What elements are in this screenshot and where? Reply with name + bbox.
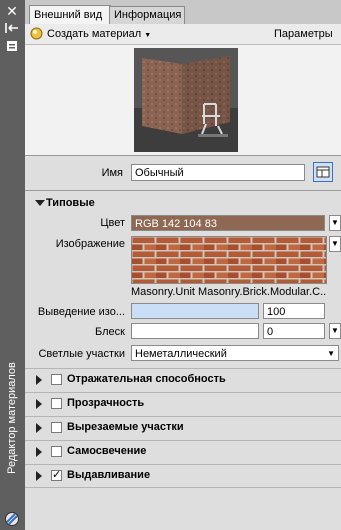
close-icon[interactable]: ✕: [4, 4, 20, 18]
section-cutouts[interactable]: Вырезаемые участки: [25, 416, 341, 439]
preview-area: [25, 45, 341, 155]
chevron-down-icon: ▼: [144, 32, 152, 39]
material-browser-button[interactable]: [313, 162, 333, 182]
material-preview[interactable]: [134, 48, 238, 152]
reflectivity-checkbox[interactable]: [51, 374, 62, 385]
materials-editor: Внешний вид Информация Создать материал …: [25, 0, 341, 530]
properties-icon[interactable]: [4, 40, 20, 54]
gloss-dropdown[interactable]: ▼: [329, 323, 341, 339]
toolbar: Создать материал ▼ Параметры ▼: [25, 24, 341, 53]
name-label: Имя: [101, 167, 123, 179]
parameters-button[interactable]: Параметры ▼: [274, 27, 341, 53]
highlights-label: Светлые участки: [38, 348, 125, 360]
image-thumbnail[interactable]: [131, 236, 327, 284]
materials-editor-icon: [4, 511, 20, 527]
section-bump[interactable]: ✓ Выдавливание: [25, 464, 341, 487]
image-dropdown[interactable]: ▼: [329, 236, 341, 252]
divider: [25, 487, 341, 488]
name-field[interactable]: Обычный: [131, 164, 305, 181]
chevron-down-icon: ▼: [327, 349, 335, 358]
chevron-down-icon[interactable]: [35, 200, 45, 206]
chevron-right-icon[interactable]: [36, 423, 42, 433]
chevron-right-icon[interactable]: [36, 375, 42, 385]
tab-appearance[interactable]: Внешний вид: [29, 5, 111, 25]
create-material-button[interactable]: Создать материал ▼: [47, 27, 151, 41]
image-caption: Masonry.Unit Masonry.Brick.Modular.C...: [131, 286, 327, 298]
highlights-select[interactable]: Неметаллический ▼: [131, 345, 339, 361]
tab-information[interactable]: Информация: [109, 6, 185, 24]
transparency-checkbox[interactable]: [51, 398, 62, 409]
properties-panel: Имя Обычный Типовые Цвет RGB 142 104 83 …: [25, 156, 341, 530]
color-dropdown[interactable]: ▼: [329, 215, 341, 231]
section-reflectivity[interactable]: Отражательная способность: [25, 368, 341, 391]
generic-section-title: Типовые: [46, 197, 95, 209]
image-label: Изображение: [55, 238, 125, 250]
chevron-right-icon[interactable]: [36, 471, 42, 481]
image-fade-value[interactable]: 100: [263, 303, 325, 319]
section-self-illumination[interactable]: Самосвечение: [25, 440, 341, 463]
create-material-icon[interactable]: [30, 27, 43, 41]
chevron-right-icon[interactable]: [36, 447, 42, 457]
gloss-slider[interactable]: [131, 323, 259, 339]
tab-bar: Внешний вид Информация: [25, 0, 341, 25]
color-swatch[interactable]: RGB 142 104 83: [131, 215, 325, 231]
gloss-label: Блеск: [95, 326, 125, 338]
color-label: Цвет: [100, 217, 125, 229]
divider: [25, 190, 341, 191]
image-fade-label: Выведение изо...: [37, 306, 125, 318]
cutouts-checkbox[interactable]: [51, 422, 62, 433]
section-transparency[interactable]: Прозрачность: [25, 392, 341, 415]
dock-icon[interactable]: [4, 22, 20, 36]
image-fade-slider[interactable]: [131, 303, 259, 319]
gloss-value[interactable]: 0: [263, 323, 325, 339]
palette-title: Редактор материалов: [6, 362, 18, 474]
chevron-right-icon[interactable]: [36, 399, 42, 409]
bump-checkbox[interactable]: ✓: [51, 470, 62, 481]
palette-sidebar: ✕ Редактор материалов: [0, 0, 25, 530]
self-illumination-checkbox[interactable]: [51, 446, 62, 457]
